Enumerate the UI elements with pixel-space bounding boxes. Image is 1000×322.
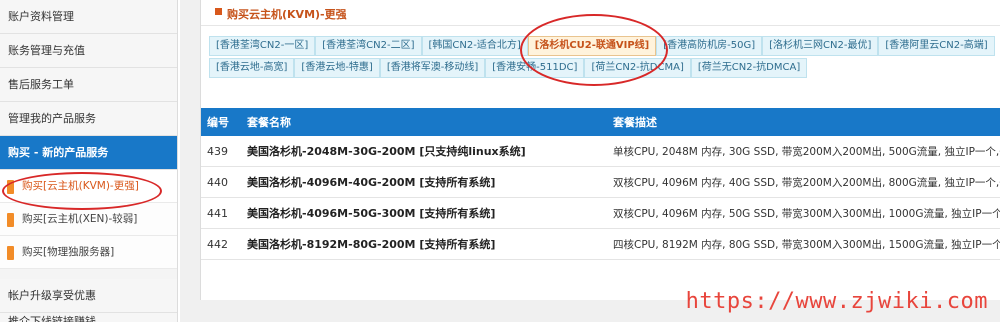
sidebar-item-manage-services[interactable]: 管理我的产品服务 <box>0 102 177 136</box>
title-bar: 购买云主机(KVM)-更强 <box>201 0 1000 26</box>
cell-desc: 单核CPU, 2048M 内存, 30G SSD, 带宽200M入200M出, … <box>613 145 1000 158</box>
plan-tabs: [香港荃湾CN2-一区] [香港荃湾CN2-二区] [韩国CN2-适合北方] [… <box>209 36 999 80</box>
plan-tab[interactable]: [香港将军澳-移动线] <box>379 58 486 78</box>
sidebar-item-support-tickets[interactable]: 售后服务工单 <box>0 68 177 102</box>
plan-tab[interactable]: [香港高防机房-50G] <box>656 36 763 56</box>
plan-tab[interactable]: [香港安畅-511DC] <box>485 58 585 78</box>
content-panel: 购买云主机(KVM)-更强 [香港荃湾CN2-一区] [香港荃湾CN2-二区] … <box>200 0 1000 300</box>
cell-id: 441 <box>207 206 228 220</box>
cell-name[interactable]: 美国洛杉机-4096M-50G-300M [支持所有系统] <box>241 205 607 221</box>
plan-tab[interactable]: [荷兰无CN2-抗DMCA] <box>690 58 808 78</box>
plan-tab[interactable]: [洛杉机三网CN2-最优] <box>762 36 879 56</box>
main-area: 购买云主机(KVM)-更强 [香港荃湾CN2-一区] [香港荃湾CN2-二区] … <box>180 0 1000 322</box>
cell-id: 442 <box>207 237 228 251</box>
sidebar-item-account-profile[interactable]: 账户资料管理 <box>0 0 177 34</box>
cell-id: 439 <box>207 144 228 158</box>
sidebar-item-billing[interactable]: 账务管理与充值 <box>0 34 177 68</box>
sidebar-sub-buy-dedicated[interactable]: 购买[物理独服务器] <box>0 236 177 269</box>
cell-desc: 双核CPU, 4096M 内存, 50G SSD, 带宽300M入300M出, … <box>613 207 1000 220</box>
cell-id: 440 <box>207 175 228 189</box>
page-title: 购买云主机(KVM)-更强 <box>227 8 347 21</box>
table-row[interactable]: 441 美国洛杉机-4096M-50G-300M [支持所有系统] 双核CPU,… <box>201 198 1000 229</box>
plan-tab[interactable]: [香港荃湾CN2-一区] <box>209 36 316 56</box>
table-row[interactable]: 440 美国洛杉机-4096M-40G-200M [支持所有系统] 双核CPU,… <box>201 167 1000 198</box>
sidebar-sub-label: 购买[云主机(KVM)-更强] <box>22 180 139 192</box>
plan-tab[interactable]: [香港阿里云CN2-高端] <box>878 36 995 56</box>
sidebar-sub-label: 购买[云主机(XEN)-较弱] <box>22 213 138 225</box>
sidebar-gap <box>0 269 177 279</box>
table-header: 编号 套餐名称 套餐描述 <box>201 108 1000 136</box>
bullet-icon <box>7 180 14 194</box>
cell-desc: 双核CPU, 4096M 内存, 40G SSD, 带宽200M入200M出, … <box>613 176 1000 189</box>
title-square-icon <box>215 8 222 15</box>
plan-row-1: [香港荃湾CN2-一区] [香港荃湾CN2-二区] [韩国CN2-适合北方] [… <box>209 36 999 56</box>
cell-desc: 四核CPU, 8192M 内存, 80G SSD, 带宽300M入300M出, … <box>613 238 1000 251</box>
sidebar-item-upgrade[interactable]: 帐户升级享受优惠 <box>0 279 177 313</box>
plan-tab[interactable]: [香港云地-高宽] <box>209 58 295 78</box>
plan-tab[interactable]: [荷兰CN2-抗DCMA] <box>584 58 691 78</box>
header-id: 编号 <box>207 116 229 129</box>
plan-row-2: [香港云地-高宽] [香港云地-特惠] [香港将军澳-移动线] [香港安畅-51… <box>209 58 999 78</box>
header-name: 套餐名称 <box>247 116 291 129</box>
sidebar: 账户资料管理 账务管理与充值 售后服务工单 管理我的产品服务 购买 - 新的产品… <box>0 0 178 322</box>
header-desc: 套餐描述 <box>613 116 657 129</box>
sidebar-section-buy[interactable]: 购买 - 新的产品服务 <box>0 136 177 170</box>
watermark-text: https://www.zjwiki.com <box>685 289 988 314</box>
plan-tab[interactable]: [香港云地-特惠] <box>294 58 380 78</box>
sidebar-item-referral[interactable]: 推介下线链接赚钱 <box>0 313 177 322</box>
bullet-icon <box>7 213 14 227</box>
package-table: 编号 套餐名称 套餐描述 439 美国洛杉机-2048M-30G-200M [只… <box>201 108 1000 260</box>
sidebar-sub-buy-kvm[interactable]: 购买[云主机(KVM)-更强] <box>0 170 177 203</box>
sidebar-sub-buy-xen[interactable]: 购买[云主机(XEN)-较弱] <box>0 203 177 236</box>
table-row[interactable]: 442 美国洛杉机-8192M-80G-200M [支持所有系统] 四核CPU,… <box>201 229 1000 260</box>
cell-name[interactable]: 美国洛杉机-2048M-30G-200M [只支持纯linux系统] <box>241 143 607 159</box>
sidebar-sub-label: 购买[物理独服务器] <box>22 246 115 258</box>
plan-tab[interactable]: [香港荃湾CN2-二区] <box>315 36 422 56</box>
cell-name[interactable]: 美国洛杉机-4096M-40G-200M [支持所有系统] <box>241 174 607 190</box>
plan-tab[interactable]: [韩国CN2-适合北方] <box>421 36 528 56</box>
table-row[interactable]: 439 美国洛杉机-2048M-30G-200M [只支持纯linux系统] 单… <box>201 136 1000 167</box>
bullet-icon <box>7 246 14 260</box>
cell-name[interactable]: 美国洛杉机-8192M-80G-200M [支持所有系统] <box>241 236 607 252</box>
plan-tab-active[interactable]: [洛杉机CU2-联通VIP线] <box>527 36 657 56</box>
